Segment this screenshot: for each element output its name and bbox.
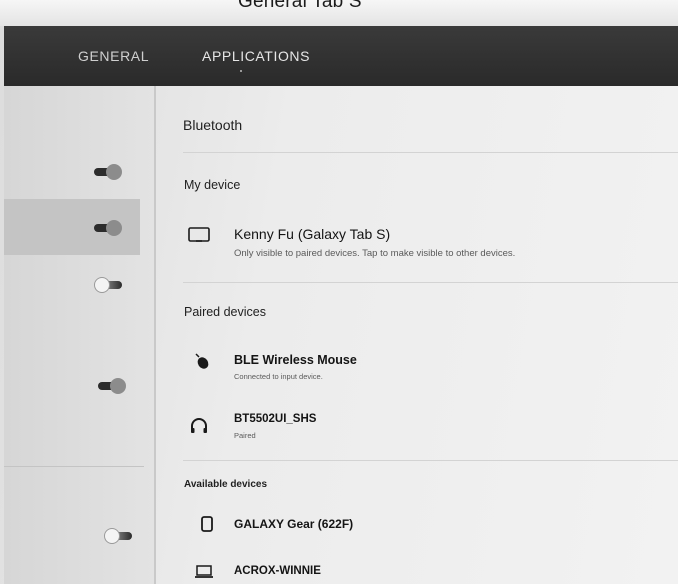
- watch-icon: [201, 516, 213, 532]
- menu-divider: [4, 466, 144, 467]
- headphones-icon: [191, 418, 207, 433]
- title-strip: General Tab S: [0, 0, 678, 26]
- laptop-icon: [195, 565, 213, 578]
- divider: [183, 282, 678, 283]
- tab-general[interactable]: GENERAL: [78, 48, 149, 64]
- available-device-laptop[interactable]: ACROX-WINNIE: [188, 560, 668, 584]
- divider: [183, 152, 678, 153]
- my-device-label: My device: [184, 178, 241, 192]
- settings-screen: General Tab S GENERAL APPLICATIONS Bluet…: [0, 0, 678, 584]
- available-device-name: GALAXY Gear (622F): [234, 517, 354, 531]
- my-device-status: Only visible to paired devices. Tap to m…: [234, 248, 516, 259]
- tab-applications[interactable]: APPLICATIONS: [202, 48, 310, 64]
- tab-bar: GENERAL APPLICATIONS: [4, 26, 678, 86]
- paired-device-name: BT5502UI_SHS: [234, 413, 317, 425]
- paired-device-mouse[interactable]: BLE Wireless Mouse Connected to input de…: [188, 351, 668, 387]
- my-device-name: Kenny Fu (Galaxy Tab S): [234, 226, 391, 242]
- toggle-thumb: [106, 164, 122, 180]
- menu-toggle-bluetooth[interactable]: [92, 219, 122, 237]
- available-device-name: ACROX-WINNIE: [234, 565, 321, 577]
- paired-device-status: Connected to input device.: [234, 372, 323, 381]
- available-device-gear[interactable]: GALAXY Gear (622F): [188, 513, 668, 543]
- available-devices-label: Available devices: [184, 479, 268, 490]
- paired-device-name: BLE Wireless Mouse: [234, 353, 357, 367]
- toggle-thumb: [104, 528, 120, 544]
- menu-toggle-5[interactable]: [104, 527, 134, 545]
- my-device-item[interactable]: Kenny Fu (Galaxy Tab S) Only visible to …: [188, 224, 668, 268]
- toggle-thumb: [94, 277, 110, 293]
- bluetooth-content: Bluetooth My device Kenny Fu (Galaxy Tab…: [156, 86, 678, 584]
- menu-toggle-3[interactable]: [94, 276, 124, 294]
- settings-menu-panel: [4, 86, 154, 584]
- paired-devices-label: Paired devices: [184, 305, 266, 319]
- menu-toggle-4[interactable]: [96, 377, 126, 395]
- mouse-icon: [195, 353, 209, 369]
- page-title: Bluetooth: [183, 117, 243, 133]
- menu-toggle-1[interactable]: [92, 163, 122, 181]
- tablet-icon: [188, 227, 210, 242]
- toggle-thumb: [110, 378, 126, 394]
- paired-device-status: Paired: [234, 431, 256, 440]
- partial-title: General Tab S: [238, 0, 362, 12]
- paired-device-headphones[interactable]: BT5502UI_SHS Paired: [188, 411, 668, 447]
- tab-indicator: [240, 70, 242, 72]
- toggle-thumb: [106, 220, 122, 236]
- divider: [183, 460, 678, 461]
